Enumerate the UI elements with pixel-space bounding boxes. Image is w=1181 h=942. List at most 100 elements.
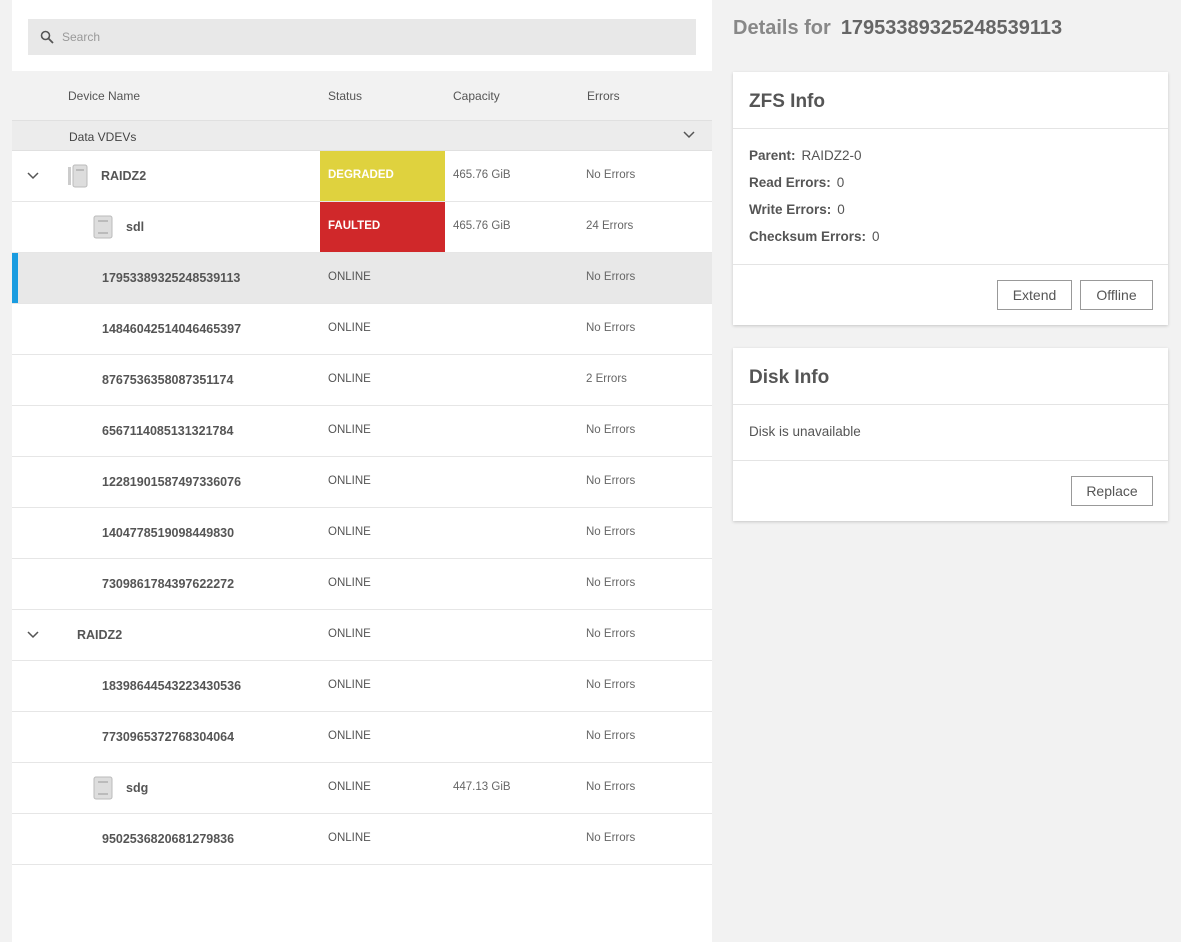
group-label: Data VDEVs <box>69 130 137 144</box>
errors: No Errors <box>586 679 636 691</box>
replace-button[interactable]: Replace <box>1071 476 1153 506</box>
zfs-info-card: ZFS Info Parent: RAIDZ2-0 Read Errors: 0 W… <box>733 72 1168 325</box>
disk-icon <box>93 215 113 239</box>
zfs-actions: Extend Offline <box>733 265 1168 325</box>
table-row-selected[interactable]: 17953389325248539113 ONLINE No Errors <box>12 253 712 304</box>
errors: No Errors <box>586 271 636 283</box>
table-row[interactable]: 7309861784397622272 ONLINE No Errors <box>12 559 712 610</box>
read-errors-value: 0 <box>836 175 845 190</box>
table-row[interactable]: 8767536358087351174 ONLINE 2 Errors <box>12 355 712 406</box>
zfs-info-body: Parent: RAIDZ2-0 Read Errors: 0 Write Erro… <box>733 129 1168 265</box>
status-text: ONLINE <box>328 730 371 742</box>
table-row[interactable]: sdl FAULTED 465.76 GiB 24 Errors <box>12 202 712 253</box>
errors: No Errors <box>586 730 636 742</box>
status-text: ONLINE <box>328 424 371 436</box>
device-name: 9502536820681279836 <box>102 832 235 846</box>
capacity: 465.76 GiB <box>453 220 511 232</box>
search-box[interactable] <box>28 19 696 55</box>
device-name: 12281901587497336076 <box>102 475 242 489</box>
search-input[interactable] <box>62 30 662 44</box>
disk-info-card: Disk Info Disk is unavailable Replace <box>733 348 1168 521</box>
checksum-errors-field: Checksum Errors: 0 <box>749 229 1152 244</box>
column-errors[interactable]: Errors <box>587 89 620 103</box>
parent-label: Parent: <box>749 148 796 163</box>
table-row[interactable]: RAIDZ2 ONLINE No Errors <box>12 610 712 661</box>
device-name: 7309861784397622272 <box>102 577 235 591</box>
device-name: 8767536358087351174 <box>102 373 234 387</box>
details-title-id: 17953389325248539113 <box>840 17 1063 39</box>
chevron-down-icon[interactable] <box>26 169 40 183</box>
offline-button[interactable]: Offline <box>1080 280 1153 310</box>
table-row[interactable]: 6567114085131321784 ONLINE No Errors <box>12 406 712 457</box>
search-icon <box>40 30 54 44</box>
disk-status-message: Disk is unavailable <box>749 424 861 439</box>
errors: No Errors <box>586 832 636 844</box>
errors: No Errors <box>586 781 636 793</box>
parent-field: Parent: RAIDZ2-0 <box>749 148 1152 163</box>
device-name: 14846042514046465397 <box>102 322 242 336</box>
errors: 2 Errors <box>586 373 627 385</box>
card-title: Disk Info <box>733 348 1168 405</box>
chevron-down-icon[interactable] <box>26 628 40 642</box>
status-text: ONLINE <box>328 373 371 385</box>
device-name: sdg <box>126 781 149 795</box>
device-name: 7730965372768304064 <box>102 730 235 744</box>
status-text: ONLINE <box>328 271 371 283</box>
table-row[interactable]: 9502536820681279836 ONLINE No Errors <box>12 814 712 865</box>
errors: No Errors <box>586 322 636 334</box>
device-name: sdl <box>126 220 145 234</box>
errors: No Errors <box>586 577 636 589</box>
status-text: ONLINE <box>328 577 371 589</box>
table-row[interactable]: 14846042514046465397 ONLINE No Errors <box>12 304 712 355</box>
table-row[interactable]: 7730965372768304064 ONLINE No Errors <box>12 712 712 763</box>
capacity: 447.13 GiB <box>453 781 511 793</box>
device-name: RAIDZ2 <box>77 628 123 642</box>
vdev-icon <box>68 164 88 188</box>
errors: No Errors <box>586 169 636 181</box>
card-title: ZFS Info <box>733 72 1168 129</box>
table-row[interactable]: sdg ONLINE 447.13 GiB No Errors <box>12 763 712 814</box>
group-data-vdevs[interactable]: Data VDEVs <box>12 120 712 151</box>
table-row[interactable]: 18398644543223430536 ONLINE No Errors <box>12 661 712 712</box>
device-name: 6567114085131321784 <box>102 424 234 438</box>
status-text: ONLINE <box>328 628 371 640</box>
write-errors-value: 0 <box>837 202 845 217</box>
disk-actions: Replace <box>733 461 1168 521</box>
errors: No Errors <box>586 526 636 538</box>
status-text: ONLINE <box>328 679 371 691</box>
write-errors-label: Write Errors: <box>749 202 832 217</box>
table-row[interactable]: 1404778519098449830 ONLINE No Errors <box>12 508 712 559</box>
table-row[interactable]: RAIDZ2 DEGRADED 465.76 GiB No Errors <box>12 151 712 202</box>
write-errors-field: Write Errors: 0 <box>749 202 1152 217</box>
checksum-errors-value: 0 <box>872 229 880 244</box>
read-errors-label: Read Errors: <box>749 175 831 190</box>
status-text: ONLINE <box>328 526 371 538</box>
device-name: RAIDZ2 <box>101 169 147 183</box>
status-text: ONLINE <box>328 781 371 793</box>
status-text: ONLINE <box>328 322 371 334</box>
column-status[interactable]: Status <box>328 89 362 103</box>
errors: 24 Errors <box>586 220 634 232</box>
column-capacity[interactable]: Capacity <box>453 89 500 103</box>
status-text: ONLINE <box>328 475 371 487</box>
extend-button[interactable]: Extend <box>997 280 1072 310</box>
read-errors-field: Read Errors: 0 <box>749 175 1152 190</box>
errors: No Errors <box>586 424 636 436</box>
errors: No Errors <box>586 475 636 487</box>
status-text: ONLINE <box>328 832 371 844</box>
table-header: Device Name Status Capacity Errors <box>12 71 712 120</box>
checksum-errors-label: Checksum Errors: <box>749 229 867 244</box>
parent-value: RAIDZ2-0 <box>801 148 862 163</box>
device-name: 17953389325248539113 <box>102 271 241 285</box>
search-bar <box>12 0 712 71</box>
capacity: 465.76 GiB <box>453 169 511 181</box>
column-device-name[interactable]: Device Name <box>68 89 140 103</box>
errors: No Errors <box>586 628 636 640</box>
table-row[interactable]: 12281901587497336076 ONLINE No Errors <box>12 457 712 508</box>
device-name: 1404778519098449830 <box>102 526 235 540</box>
device-name: 18398644543223430536 <box>102 679 242 693</box>
details-title: Details for 17953389325248539113 <box>733 17 1062 40</box>
status-badge: FAULTED <box>320 202 445 252</box>
device-tree-panel: Device Name Status Capacity Errors Data … <box>12 0 712 942</box>
chevron-down-icon[interactable] <box>682 128 696 142</box>
